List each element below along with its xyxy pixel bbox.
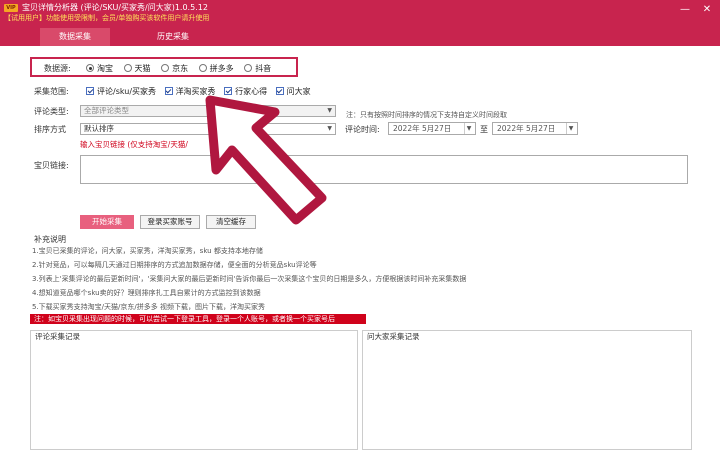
radio-douyin[interactable]: 抖音 (244, 63, 271, 74)
reviews-log-panel[interactable]: 评论采集记录 (30, 330, 358, 450)
checkbox-box (224, 87, 233, 95)
sort-note: 注：只有按照时间排序的情况下支持自定义时间段取 (346, 111, 507, 119)
scope-checkbox-group: 评论/sku/买家秀 洋淘买家秀 行家心得 问大家 (86, 86, 317, 97)
link-textarea[interactable] (80, 155, 688, 184)
minimize-button[interactable]: — (676, 3, 694, 17)
checkbox-expert[interactable]: 行家心得 (224, 86, 267, 97)
qa-log-title: 问大家采集记录 (367, 332, 420, 341)
clear-cache-button[interactable]: 清空缓存 (206, 215, 256, 229)
chevron-down-icon: ▼ (464, 123, 473, 134)
end-date-picker[interactable]: 2022年 5月27日 ▼ (492, 122, 578, 135)
trial-notice: 【试用用户】功能使用受限制，会员/单独购买该软件用户请升使用 (4, 14, 210, 22)
note-line: 4.想知道竞品哪个sku卖的好？理则排序扎工具自累计的方式监控到该数据 (32, 289, 261, 297)
checkbox-box (86, 87, 94, 95)
tab-history[interactable]: 历史采集 (140, 28, 206, 46)
link-hint: 输入宝贝链接 (仅支持淘宝/天猫/ (80, 140, 188, 149)
radio-dot (198, 64, 207, 72)
radio-tmall[interactable]: 天猫 (123, 63, 151, 74)
source-radio-group: 淘宝 天猫 京东 拼多多 抖音 (86, 63, 279, 74)
radio-dot-selected (86, 64, 94, 72)
scope-label: 采集范围: (34, 87, 69, 96)
note-line: 2.针对竞品，可以每隔几天通过日期排序的方式追加数据存储，便全面的分析竞品sku… (32, 261, 317, 269)
note-line: 1.宝贝已采集的评论，问大家，买家秀，洋淘买家秀，sku 都支持本地存储 (32, 247, 263, 255)
checkbox-box (275, 87, 284, 95)
checkbox-box (164, 87, 173, 95)
link-label: 宝贝链接: (34, 161, 69, 170)
app-window: VIP 宝贝详情分析器 (评论/SKU/买家秀/问大家)1.0.5.12 【试用… (0, 0, 720, 450)
checkbox-yangtao[interactable]: 洋淘买家秀 (164, 86, 216, 97)
notes-title: 补充说明 (34, 235, 66, 244)
radio-dot (244, 64, 253, 72)
window-title: 宝贝详情分析器 (评论/SKU/买家秀/问大家)1.0.5.12 (22, 3, 208, 12)
close-button[interactable]: ✕ (698, 3, 716, 17)
title-bar: VIP 宝贝详情分析器 (评论/SKU/买家秀/问大家)1.0.5.12 【试用… (0, 0, 720, 24)
radio-jd[interactable]: 京东 (161, 63, 188, 74)
review-time-label: 评论时间: (345, 125, 380, 134)
reviews-log-title: 评论采集记录 (35, 332, 80, 341)
radio-dot (161, 64, 170, 72)
checkbox-qa[interactable]: 问大家 (275, 86, 311, 97)
chevron-down-icon: ▼ (327, 107, 332, 114)
sort-select[interactable]: 默认排序 ▼ (80, 123, 336, 135)
radio-taobao[interactable]: 淘宝 (86, 63, 113, 74)
qa-log-panel[interactable]: 问大家采集记录 (362, 330, 692, 450)
source-label: 数据源: (44, 64, 71, 73)
start-date-picker[interactable]: 2022年 5月27日 ▼ (388, 122, 476, 135)
start-collect-button[interactable]: 开始采集 (80, 215, 134, 229)
warning-bar: 注：如宝贝采集出现问题的时候，可以尝试一下登录工具，登录一个人账号，或者换一个买… (30, 314, 366, 324)
note-line: 5.下载买家秀支持淘宝/天猫/京东/拼多多 视频下载，图片下载，洋淘买家秀 (32, 303, 265, 311)
review-type-select[interactable]: 全部评论类型 ▼ (80, 105, 336, 117)
tab-data-collection[interactable]: 数据采集 (40, 28, 110, 46)
radio-dot (123, 64, 132, 72)
login-buyer-button[interactable]: 登录买家账号 (140, 215, 200, 229)
chevron-down-icon: ▼ (566, 123, 575, 134)
vip-badge: VIP (4, 4, 18, 12)
radio-pinduoduo[interactable]: 拼多多 (198, 63, 234, 74)
checkbox-reviews-sku[interactable]: 评论/sku/买家秀 (86, 86, 156, 97)
tab-bar: 数据采集 历史采集 (0, 24, 720, 46)
sort-label: 排序方式 (34, 125, 66, 134)
date-separator: 至 (480, 125, 488, 134)
review-type-label: 评论类型: (34, 107, 69, 116)
note-line: 3.列表上'采集评论的最后更新时间'，'采集问大家的最后更新时间'告诉你最后一次… (32, 275, 467, 283)
chevron-down-icon: ▼ (327, 125, 332, 132)
